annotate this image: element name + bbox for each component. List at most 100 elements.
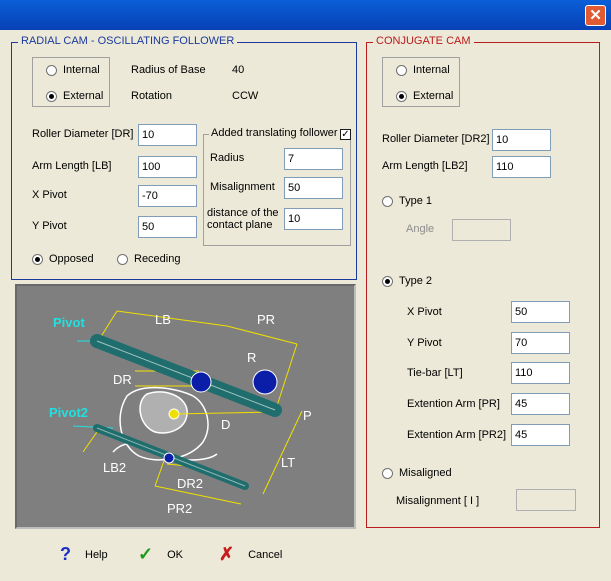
y-pivot-input[interactable] (138, 216, 197, 238)
roller-diameter-dr2-label: Roller Diameter [DR2] (382, 133, 490, 145)
angle-label: Angle (406, 223, 435, 235)
tie-bar-label: Tie-bar [LT] (407, 367, 463, 379)
extension-arm-pr-input[interactable] (511, 393, 570, 415)
arm-length-lb2-input[interactable] (492, 156, 551, 178)
type1-label: Type 1 (399, 195, 433, 207)
help-label: Help (85, 548, 108, 561)
type1-radio[interactable]: Type 1 (382, 195, 432, 207)
cam-diagram: Pivot Pivot2 LB PR R DR D P LT LB2 DR2 P… (15, 284, 356, 529)
translating-follower-checkbox[interactable]: ✓ (340, 129, 351, 140)
type2-radio[interactable]: Type 2 (382, 275, 432, 287)
conj-x-pivot-label: X Pivot (407, 306, 442, 318)
angle-input[interactable] (452, 219, 511, 241)
internal-radio-dot[interactable] (46, 64, 57, 76)
misalignment-i-label: Misalignment [ I ] (396, 495, 480, 507)
cam-inner-outline (139, 391, 188, 434)
conj-external-label: External (413, 90, 454, 102)
misaligned-label: Misaligned (399, 467, 452, 479)
translating-roller (252, 369, 278, 395)
external-radio-dot[interactable] (46, 90, 57, 102)
dialog-client: RADIAL CAM - OSCILLATING FOLLOWER Intern… (4, 30, 607, 577)
lt-dim-line (262, 410, 303, 495)
misaligned-radio[interactable]: Misaligned (382, 467, 452, 479)
dr-label: DR (113, 372, 132, 387)
roller-diameter-dr2-input[interactable] (492, 129, 551, 151)
type1-radio-dot[interactable] (382, 195, 393, 207)
cancel-label: Cancel (248, 548, 283, 561)
help-question-icon: ? (60, 544, 71, 564)
distance-label-line1: distance of the (207, 207, 279, 219)
radial-cam-group: RADIAL CAM - OSCILLATING FOLLOWER Intern… (11, 35, 357, 280)
arm-length-input[interactable] (138, 156, 197, 178)
misalignment-input[interactable] (284, 177, 343, 199)
receding-radio-dot[interactable] (117, 253, 128, 265)
conj-external-radio-dot[interactable] (396, 90, 407, 102)
conj-external-radio[interactable]: External (396, 90, 453, 102)
follower-radius-label: Radius (210, 152, 245, 164)
extension-arm-pr2-label: Extention Arm [PR2] (407, 429, 507, 441)
opposed-radio-dot[interactable] (32, 253, 43, 265)
lb2-label: LB2 (103, 460, 126, 475)
pr2-label: PR2 (167, 501, 192, 516)
misalignment-i-input[interactable] (516, 489, 576, 511)
conj-internal-label: Internal (413, 64, 450, 76)
radial-cam-title: RADIAL CAM - OSCILLATING FOLLOWER (18, 35, 238, 47)
x-pivot-label: X Pivot (32, 189, 67, 201)
misalignment-label: Misalignment (210, 181, 275, 193)
conj-x-pivot-input[interactable] (511, 301, 570, 323)
arm-length-lb2-label: Arm Length [LB2] (382, 160, 468, 172)
radius-base-value: 40 (232, 64, 245, 76)
extension-arm-pr-label: Extention Arm [PR] (407, 398, 500, 410)
ok-checkmark-icon: ✓ (138, 544, 154, 564)
d-label: D (221, 417, 230, 432)
receding-label: Receding (134, 253, 181, 265)
follower-radius-input[interactable] (284, 148, 343, 170)
external-radio[interactable]: External (46, 90, 103, 102)
cancel-x-icon: ✗ (219, 544, 235, 564)
d-dim-line (173, 411, 272, 415)
receding-radio[interactable]: Receding (117, 253, 180, 265)
cam-profile (112, 386, 218, 461)
conj-internal-radio-dot[interactable] (396, 64, 407, 76)
opposed-label: Opposed (49, 253, 94, 265)
radius-base-label: Radius of Base (131, 64, 206, 76)
type2-label: Type 2 (399, 275, 433, 287)
opposed-radio[interactable]: Opposed (32, 253, 94, 265)
lb2-dim-line (82, 431, 98, 453)
extension-arm-pr2-input[interactable] (511, 424, 570, 446)
ok-label: OK (167, 548, 183, 561)
lb-dim-line-top (116, 310, 228, 327)
roller-diameter-label: Roller Diameter [DR] (32, 128, 134, 140)
upper-roller (190, 371, 212, 393)
x-pivot-input[interactable] (138, 185, 197, 207)
distance-label-line2: contact plane (207, 219, 273, 231)
roller-diameter-input[interactable] (138, 124, 197, 146)
dr2-label: DR2 (177, 476, 203, 491)
distance-input[interactable] (284, 208, 343, 230)
ok-button[interactable]: ✓ OK (138, 544, 183, 565)
conj-y-pivot-label: Y Pivot (407, 337, 442, 349)
pivot-label: Pivot (53, 315, 85, 330)
conj-y-pivot-input[interactable] (511, 332, 570, 354)
external-label: External (63, 90, 104, 102)
conj-internal-radio[interactable]: Internal (396, 64, 450, 76)
tie-bar-input[interactable] (511, 362, 570, 384)
pivot2-label: Pivot2 (49, 405, 88, 420)
conjugate-cam-title: CONJUGATE CAM (373, 35, 474, 47)
pr-dim-right (274, 343, 298, 413)
lb-label: LB (155, 312, 171, 327)
lower-roller (163, 452, 175, 464)
lt-label: LT (281, 455, 295, 470)
misaligned-radio-dot[interactable] (382, 467, 393, 479)
title-bar: ✕ (0, 0, 611, 30)
internal-radio[interactable]: Internal (46, 64, 100, 76)
conjugate-cam-group: CONJUGATE CAM Internal External Roller D… (366, 35, 600, 528)
cancel-button[interactable]: ✗ Cancel (219, 544, 282, 565)
type2-radio-dot[interactable] (382, 275, 393, 287)
y-pivot-label: Y Pivot (32, 220, 67, 232)
close-button[interactable]: ✕ (585, 5, 606, 26)
rotation-label: Rotation (131, 90, 172, 102)
p-label: P (303, 408, 312, 423)
help-button[interactable]: ? Help (60, 544, 108, 565)
arm-length-label: Arm Length [LB] (32, 160, 112, 172)
